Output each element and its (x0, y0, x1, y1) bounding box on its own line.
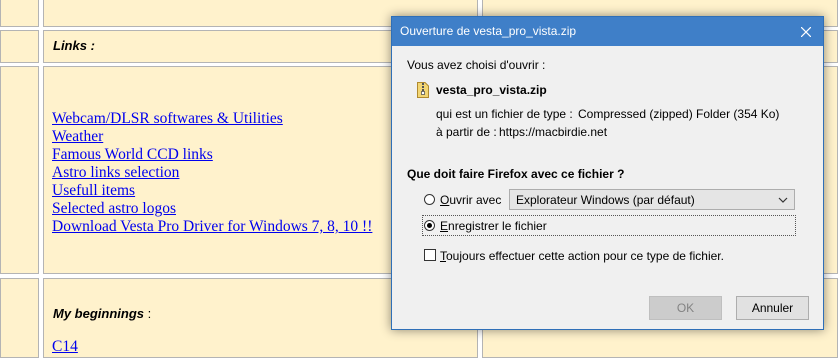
link-webcam-dslr[interactable]: Webcam/DLSR softwares & Utilities (52, 110, 283, 127)
links-heading: Links : (53, 38, 95, 53)
open-with-radio[interactable] (424, 194, 435, 205)
file-type-label: qui est un fichier de type : (436, 107, 573, 121)
download-dialog: Ouverture de vesta_pro_vista.zip Vous av… (391, 16, 824, 330)
close-icon (801, 26, 811, 37)
dialog-titlebar[interactable]: Ouverture de vesta_pro_vista.zip (392, 17, 823, 46)
file-source-label: à partir de : (436, 125, 497, 139)
always-do-this-label-text: oujours effectuer cette action pour ce t… (446, 249, 724, 263)
dialog-title: Ouverture de vesta_pro_vista.zip (400, 24, 577, 38)
table-cell (0, 30, 39, 63)
table-cell (0, 278, 39, 358)
beginnings-colon: : (144, 306, 152, 321)
open-with-label[interactable]: Ouvrir avec (440, 193, 501, 207)
intro-text: Vous avez choisi d'ouvrir : (407, 58, 546, 72)
always-do-this-label[interactable]: Toujours effectuer cette action pour ce … (440, 249, 724, 263)
table-cell (0, 0, 39, 27)
file-source-value: https://macbirdie.net (499, 125, 608, 139)
link-download-driver[interactable]: Download Vesta Pro Driver for Windows 7,… (52, 218, 372, 235)
open-with-app-select[interactable]: Explorateur Windows (par défaut) (509, 189, 795, 210)
save-file-label-text: nregistrer le fichier (448, 219, 547, 233)
chevron-down-icon (778, 197, 788, 203)
open-with-accesskey: O (440, 193, 450, 207)
save-file-label[interactable]: Enregistrer le fichier (440, 219, 547, 233)
open-with-app-value: Explorateur Windows (par défaut) (516, 193, 695, 207)
list-item: Usefull items (52, 182, 372, 200)
action-question: Que doit faire Firefox avec ce fichier ? (407, 167, 625, 181)
ok-button[interactable]: OK (649, 296, 722, 320)
open-with-label-text: uvrir avec (449, 193, 502, 207)
save-file-accesskey: E (440, 219, 449, 233)
zip-file-icon (417, 82, 429, 98)
link-astro-selection[interactable]: Astro links selection (52, 164, 179, 181)
list-item: Selected astro logos (52, 200, 372, 218)
link-famous-ccd[interactable]: Famous World CCD links (52, 146, 213, 163)
file-name: vesta_pro_vista.zip (436, 83, 547, 97)
list-item: Webcam/DLSR softwares & Utilities (52, 110, 372, 128)
list-item: Download Vesta Pro Driver for Windows 7,… (52, 218, 372, 236)
list-item: Weather (52, 128, 372, 146)
list-item: Astro links selection (52, 164, 372, 182)
always-do-this-checkbox[interactable] (424, 249, 436, 261)
list-item: Famous World CCD links (52, 146, 372, 164)
table-cell (0, 66, 39, 274)
link-astro-logos[interactable]: Selected astro logos (52, 200, 176, 217)
link-c14[interactable]: C14 (52, 338, 78, 356)
link-weather[interactable]: Weather (52, 128, 103, 145)
beginnings-heading: My beginnings : (53, 306, 151, 321)
close-button[interactable] (789, 17, 823, 46)
file-type-value: Compressed (zipped) Folder (354 Ko) (578, 107, 780, 121)
link-usefull-items[interactable]: Usefull items (52, 182, 135, 199)
cancel-button[interactable]: Annuler (736, 296, 809, 320)
beginnings-heading-text: My beginnings (53, 306, 144, 321)
links-list: Webcam/DLSR softwares & Utilities Weathe… (52, 110, 372, 236)
